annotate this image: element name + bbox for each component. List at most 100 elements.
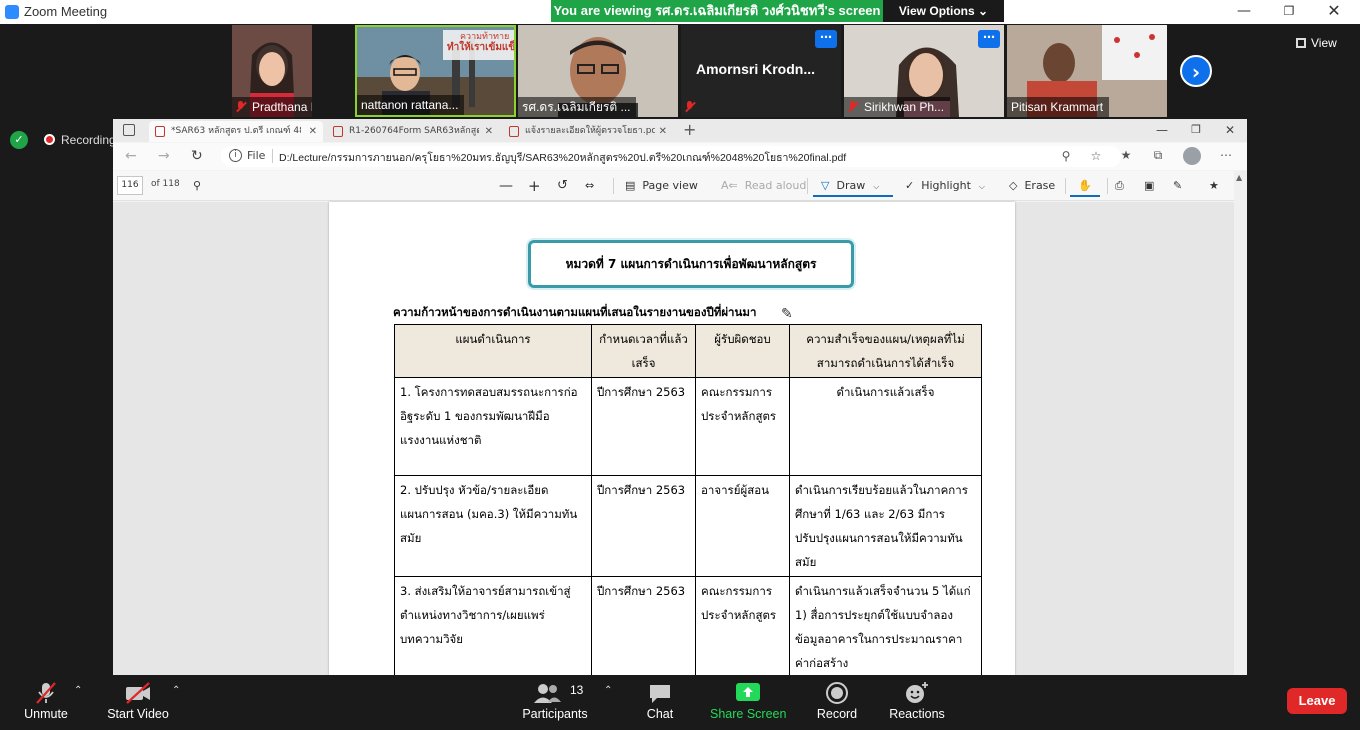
reactions-label: Reactions: [889, 707, 945, 721]
rotate-icon[interactable]: ↺: [557, 177, 568, 195]
share-screen-icon: [736, 683, 760, 701]
mic-muted-icon: [236, 101, 246, 113]
maximize-icon[interactable]: ❐: [1267, 0, 1311, 24]
recording-label: Recording: [61, 133, 116, 147]
view-options-label: View Options: [898, 4, 975, 18]
forward-arrow-icon[interactable]: →: [158, 147, 170, 165]
close-tab-icon[interactable]: ✕: [659, 121, 667, 142]
info-icon[interactable]: i: [229, 149, 242, 162]
participant-name-centered: Amornsri Krodn...: [696, 61, 816, 77]
video-tile[interactable]: Amornsri Krodn... ⋯: [681, 25, 841, 117]
record-button[interactable]: Record: [810, 675, 864, 730]
audio-options-caret-icon[interactable]: ⌃: [74, 685, 82, 696]
favorites-icon[interactable]: ★: [1119, 148, 1133, 162]
video-off-icon: [126, 682, 150, 704]
table-row: 3. ส่งเสริมให้อาจารย์สามารถเข้าสู่ตำแหน่…: [394, 576, 982, 675]
scroll-up-icon[interactable]: ▲: [1236, 173, 1242, 182]
reactions-icon: [906, 682, 928, 703]
erase-button[interactable]: ◇ Erase: [1009, 177, 1055, 195]
close-tab-icon[interactable]: ✕: [485, 121, 493, 142]
profile-avatar-icon[interactable]: [1183, 147, 1201, 165]
video-tile[interactable]: ⋯ Sirikhwan Ph...: [844, 25, 1004, 117]
tab-title: *SAR63 หลักสูตร ป.ตรี เกณฑ์ 48 โยธา: [171, 126, 301, 136]
plan-cell: 3. ส่งเสริมให้อาจารย์สามารถเข้าสู่ตำแหน่…: [394, 576, 592, 675]
table-row: 2. ปรับปรุง หัวข้อ/รายละเอียดแผนการสอน (…: [394, 475, 982, 577]
window-title: Zoom Meeting: [24, 4, 108, 19]
url-text: D:/Lecture/กรรมการภายนอก/ครุโยธา%20มทร.ธ…: [279, 152, 847, 164]
security-shield-icon[interactable]: ✓: [10, 131, 28, 149]
draw-button[interactable]: ▽ Draw ⌵: [813, 177, 893, 197]
close-tab-icon[interactable]: ✕: [309, 121, 317, 142]
deadline-cell: ปีการศึกษา 2563: [591, 576, 696, 675]
highlight-button[interactable]: ✓ Highlight ⌵: [905, 177, 985, 195]
more-options-icon[interactable]: ⋯: [815, 30, 837, 48]
browser-maximize-icon[interactable]: ❐: [1179, 121, 1213, 139]
page-total: of 118: [151, 179, 180, 189]
zoom-in-icon[interactable]: +: [528, 177, 541, 195]
page-view-button[interactable]: ▤ Page view: [625, 177, 698, 195]
viewing-banner: You are viewing รศ.ดร.เฉลิมเกียรติ วงศ์ว…: [551, 0, 883, 22]
refresh-icon[interactable]: ↻: [191, 147, 203, 165]
toolbar-divider: [1107, 178, 1108, 194]
collections-icon[interactable]: ⧉: [1151, 148, 1165, 162]
more-menu-icon[interactable]: ⋯: [1219, 148, 1233, 162]
tab-actions-icon[interactable]: [123, 124, 135, 136]
owner-cell: คณะกรรมการประจำหลักสูตร: [695, 576, 790, 675]
view-label: View: [1311, 36, 1337, 50]
browser-tab[interactable]: แจ้งรายละเอียดให้ผู้ตรวจโยธา.pdf ✕: [503, 121, 673, 142]
zoom-control-bar: Unmute ⌃ Start Video ⌃ 13 Participants ⌃…: [0, 675, 1360, 730]
video-tile[interactable]: รศ.ดร.เฉลิมเกียรติ ...: [518, 25, 678, 117]
video-tile-active-speaker[interactable]: ความท้าทาย ทำให้เราเข้มแข็ง nattanon rat…: [355, 25, 516, 117]
pin-toolbar-icon[interactable]: ★: [1209, 177, 1219, 195]
fit-page-icon[interactable]: ⇔: [585, 177, 594, 195]
section-title: หมวดที่ 7 แผนการดำเนินการเพื่อพัฒนาหลักส…: [528, 240, 854, 288]
mic-muted-icon: [36, 682, 56, 704]
browser-tab[interactable]: R1-260764Form SAR63หลักสูตร ป.ตรี ✕: [327, 121, 499, 142]
pdf-viewport[interactable]: หมวดที่ 7 แผนการดำเนินการเพื่อพัฒนาหลักส…: [113, 202, 1234, 675]
pdf-page: หมวดที่ 7 แผนการดำเนินการเพื่อพัฒนาหลักส…: [329, 202, 1015, 675]
next-page-arrow-icon[interactable]: ›: [1180, 55, 1212, 87]
page-number-input[interactable]: 116: [117, 176, 143, 195]
page-view-icon: ▤: [625, 179, 636, 192]
browser-minimize-icon[interactable]: —: [1145, 121, 1179, 139]
highlight-icon: ✓: [905, 179, 915, 192]
save-icon[interactable]: ▣: [1144, 177, 1154, 195]
new-tab-icon[interactable]: +: [683, 120, 696, 139]
touch-write-icon[interactable]: ✋: [1070, 177, 1100, 197]
reactions-button[interactable]: Reactions: [886, 675, 948, 730]
more-options-icon[interactable]: ⋯: [978, 30, 1000, 48]
start-video-button[interactable]: Start Video: [104, 675, 172, 730]
view-button[interactable]: View: [1296, 32, 1352, 54]
progress-heading: ความก้าวหน้าของการดำเนินงานตามแผนที่เสนอ…: [393, 305, 757, 319]
vertical-scrollbar[interactable]: ▲: [1234, 171, 1247, 675]
browser-close-icon[interactable]: ✕: [1213, 121, 1247, 139]
favorite-star-icon[interactable]: ☆: [1089, 149, 1103, 163]
zoom-out-icon[interactable]: —: [499, 177, 513, 195]
address-separator: [272, 149, 273, 163]
recording-indicator[interactable]: Recording: [44, 131, 116, 149]
chevron-down-icon[interactable]: ⌵: [873, 182, 879, 191]
video-options-caret-icon[interactable]: ⌃: [172, 685, 180, 696]
back-arrow-icon[interactable]: ←: [125, 147, 137, 165]
minimize-icon[interactable]: —: [1222, 0, 1266, 24]
participants-caret-icon[interactable]: ⌃: [604, 685, 612, 696]
video-tile[interactable]: Pradthana M...: [232, 25, 312, 117]
view-options-button[interactable]: View Options ⌄: [883, 0, 1004, 22]
participant-label: [681, 97, 707, 117]
zoom-in-icon[interactable]: ⚲: [1059, 149, 1073, 163]
search-icon[interactable]: ⚲: [193, 177, 201, 195]
browser-tab-active[interactable]: *SAR63 หลักสูตร ป.ตรี เกณฑ์ 48 โยธา ✕: [149, 121, 323, 142]
chevron-down-icon[interactable]: ⌵: [979, 182, 985, 191]
close-icon[interactable]: ✕: [1312, 0, 1356, 24]
leave-button[interactable]: Leave: [1287, 688, 1347, 714]
unmute-button[interactable]: Unmute: [14, 675, 78, 730]
save-as-icon[interactable]: ✎: [1173, 177, 1182, 195]
share-screen-button[interactable]: Share Screen: [710, 675, 786, 730]
video-tile[interactable]: Pitisan Krammart: [1007, 25, 1167, 117]
chat-label: Chat: [646, 707, 674, 721]
print-icon[interactable]: ⎙: [1115, 177, 1124, 195]
participants-button[interactable]: 13 Participants: [520, 675, 590, 730]
chat-button[interactable]: Chat: [634, 675, 686, 730]
address-field[interactable]: i File D:/Lecture/กรรมการภายนอก/ครุโยธา%…: [221, 146, 1121, 167]
read-aloud-button[interactable]: A⇐ Read aloud: [721, 177, 806, 195]
